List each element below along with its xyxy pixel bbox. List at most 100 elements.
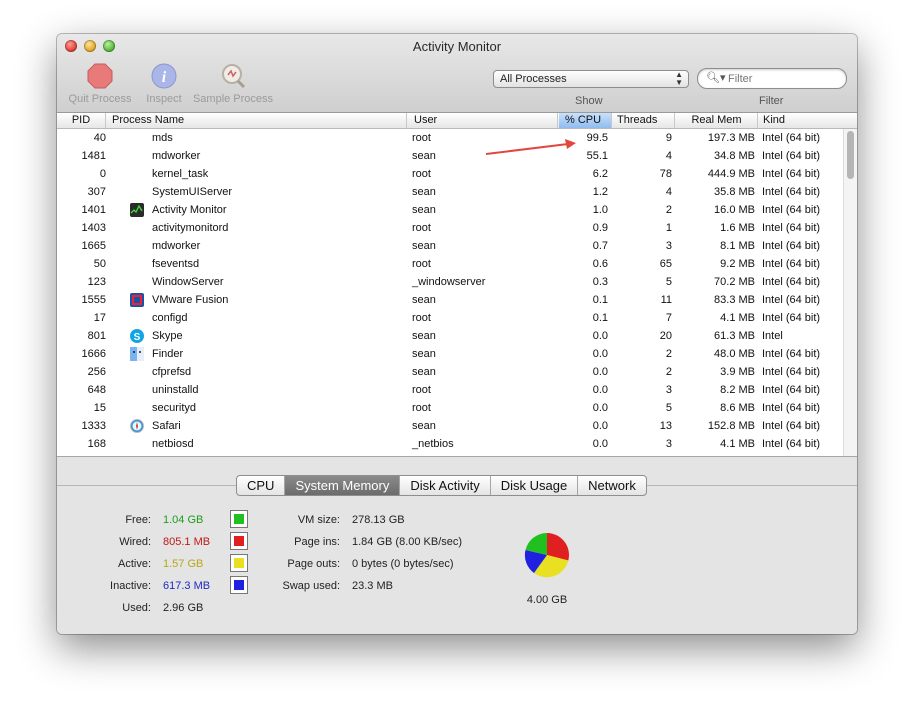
column-header-pid[interactable]: PID bbox=[57, 113, 106, 128]
process-name-cell: netbiosd bbox=[152, 438, 194, 450]
threads-cell: 2 bbox=[665, 366, 672, 378]
table-row[interactable]: 1481 mdworker sean 55.1 4 34.8 MB Intel (64 bi… bbox=[57, 147, 842, 165]
sample-process-label: Sample Process bbox=[192, 93, 274, 105]
real-mem-cell: 70.2 MB bbox=[714, 276, 755, 288]
column-header-kind[interactable]: Kind bbox=[758, 113, 843, 128]
real-mem-cell: 16.0 MB bbox=[714, 204, 755, 216]
real-mem-cell: 8.2 MB bbox=[720, 384, 755, 396]
threads-cell: 1 bbox=[665, 222, 672, 234]
wired-label: Wired: bbox=[119, 536, 151, 548]
table-row[interactable]: 256 cfprefsd sean 0.0 2 3.9 MB Intel (64 bit) bbox=[57, 363, 842, 381]
real-mem-cell: 197.3 MB bbox=[707, 132, 755, 144]
process-name-cell: fseventsd bbox=[152, 258, 200, 270]
threads-cell: 78 bbox=[659, 168, 672, 180]
process-filter-select[interactable]: All Processes ▲ ▼ bbox=[493, 70, 689, 88]
user-cell: _netbios bbox=[412, 438, 454, 450]
table-row[interactable]: 1333 Safari sean 0.0 13 152.8 MB Intel (64 bit… bbox=[57, 417, 842, 435]
table-row[interactable]: 40 mds root 99.5 9 197.3 MB Intel (64 bit) bbox=[57, 129, 842, 147]
quit-process-button[interactable]: Quit Process bbox=[65, 62, 135, 105]
quit-process-label: Quit Process bbox=[68, 93, 132, 105]
table-row[interactable]: 50 fseventsd root 0.6 65 9.2 MB Intel (64 bit) bbox=[57, 255, 842, 273]
table-row[interactable]: 648 uninstalld root 0.0 3 8.2 MB Intel (64 bit… bbox=[57, 381, 842, 399]
search-icon: 🔍︎▾ bbox=[706, 72, 726, 84]
window-title: Activity Monitor bbox=[412, 39, 502, 54]
used-label: Used: bbox=[122, 602, 151, 614]
search-input[interactable] bbox=[726, 71, 840, 87]
total-memory: 4.00 GB bbox=[526, 594, 568, 606]
toolbar: Activity Monitor Quit Process i Inspect … bbox=[57, 34, 857, 113]
process-name-cell: VMware Fusion bbox=[152, 294, 229, 306]
activity-monitor-icon bbox=[129, 201, 145, 219]
real-mem-cell: 3.9 MB bbox=[720, 366, 755, 378]
table-row[interactable]: 17 configd root 0.1 7 4.1 MB Intel (64 bit) bbox=[57, 309, 842, 327]
kind-cell: Intel (64 bit) bbox=[762, 150, 821, 162]
cpu-cell: 1.0 bbox=[592, 204, 608, 216]
free-color-swatch[interactable] bbox=[230, 510, 248, 528]
threads-cell: 20 bbox=[659, 330, 672, 342]
column-header-process-name[interactable]: Process Name bbox=[106, 113, 407, 128]
inactive-color-swatch[interactable] bbox=[230, 576, 248, 594]
tab-bar: CPU System Memory Disk Activity Disk Usa… bbox=[236, 475, 647, 496]
tab-cpu[interactable]: CPU bbox=[237, 476, 286, 495]
process-filter-value: All Processes bbox=[500, 73, 567, 85]
wired-color-swatch[interactable] bbox=[230, 532, 248, 550]
table-row[interactable]: 307 SystemUIServer sean 1.2 4 35.8 MB Intel (6… bbox=[57, 183, 842, 201]
pid-cell: 648 bbox=[87, 384, 106, 396]
tab-network[interactable]: Network bbox=[578, 476, 646, 495]
cpu-cell: 0.3 bbox=[592, 276, 608, 288]
table-row[interactable]: 1666 Finder sean 0.0 2 48.0 MB Intel (64 bit) bbox=[57, 345, 842, 363]
vertical-scrollbar[interactable] bbox=[843, 129, 857, 456]
table-row[interactable]: 123 WindowServer _windowserver 0.3 5 70.2 MB I… bbox=[57, 273, 842, 291]
process-name-cell: Safari bbox=[152, 420, 181, 432]
kind-cell: Intel (64 bit) bbox=[762, 438, 821, 450]
inspect-button[interactable]: i Inspect bbox=[139, 62, 189, 105]
annotation-arrow-icon bbox=[485, 139, 576, 155]
scrollbar-thumb[interactable] bbox=[847, 131, 854, 179]
user-cell: sean bbox=[412, 420, 436, 432]
cpu-cell: 0.0 bbox=[592, 330, 608, 342]
bottom-panel: CPU System Memory Disk Activity Disk Usa… bbox=[57, 456, 857, 634]
kind-cell: Intel (64 bit) bbox=[762, 258, 821, 270]
table-row[interactable]: 1555 VMware Fusion sean 0.1 11 83.3 MB Intel (… bbox=[57, 291, 842, 309]
page-outs-value: 0 bytes (0 bytes/sec) bbox=[352, 558, 454, 570]
tab-disk-activity[interactable]: Disk Activity bbox=[400, 476, 491, 495]
table-row[interactable]: 1403 activitymonitord root 0.9 1 1.6 MB Intel … bbox=[57, 219, 842, 237]
table-row[interactable]: 1401 Activity Monitor sean 1.0 2 16.0 MB Intel… bbox=[57, 201, 842, 219]
active-color-swatch[interactable] bbox=[230, 554, 248, 572]
user-cell: sean bbox=[412, 294, 436, 306]
column-header-cpu[interactable]: % CPU ▼ bbox=[559, 113, 612, 140]
user-cell: root bbox=[412, 132, 431, 144]
table-row[interactable]: 1665 mdworker sean 0.7 3 8.1 MB Intel (64 bit) bbox=[57, 237, 842, 255]
table-row[interactable]: 168 netbiosd _netbios 0.0 3 4.1 MB Intel (64 b… bbox=[57, 435, 842, 453]
magnifier-icon bbox=[219, 62, 247, 90]
cpu-cell: 0.9 bbox=[592, 222, 608, 234]
threads-cell: 4 bbox=[665, 186, 672, 198]
user-cell: sean bbox=[412, 186, 436, 198]
skype-icon: S bbox=[129, 327, 145, 345]
tab-disk-usage[interactable]: Disk Usage bbox=[491, 476, 579, 495]
pid-cell: 1665 bbox=[81, 240, 106, 252]
column-header-threads[interactable]: Threads bbox=[612, 113, 675, 128]
user-cell: root bbox=[412, 402, 431, 414]
pid-cell: 1666 bbox=[81, 348, 106, 360]
table-row[interactable]: 801 Skype sean 0.0 20 61.3 MB Intel S bbox=[57, 327, 842, 345]
column-header-user[interactable]: User bbox=[408, 113, 558, 128]
column-header-real-mem[interactable]: Real Mem bbox=[676, 113, 758, 128]
cpu-cell: 0.0 bbox=[592, 420, 608, 432]
swap-used-label: Swap used: bbox=[282, 580, 340, 592]
svg-text:S: S bbox=[134, 332, 141, 343]
free-value: 1.04 GB bbox=[163, 514, 204, 526]
table-row[interactable]: 15 securityd root 0.0 5 8.6 MB Intel (64 bit) bbox=[57, 399, 842, 417]
threads-cell: 2 bbox=[665, 204, 672, 216]
threads-cell: 3 bbox=[665, 384, 672, 396]
table-row[interactable]: 0 kernel_task root 6.2 78 444.9 MB Intel (64 b… bbox=[57, 165, 842, 183]
kind-cell: Intel (64 bit) bbox=[762, 222, 821, 234]
search-field[interactable]: 🔍︎▾ bbox=[697, 68, 847, 89]
sample-process-button[interactable]: Sample Process bbox=[191, 62, 275, 105]
process-name-cell: mds bbox=[152, 132, 173, 144]
real-mem-cell: 34.8 MB bbox=[714, 150, 755, 162]
process-name-cell: kernel_task bbox=[152, 168, 209, 180]
info-icon: i bbox=[150, 62, 178, 90]
real-mem-cell: 83.3 MB bbox=[714, 294, 755, 306]
tab-system-memory[interactable]: System Memory bbox=[285, 476, 401, 495]
